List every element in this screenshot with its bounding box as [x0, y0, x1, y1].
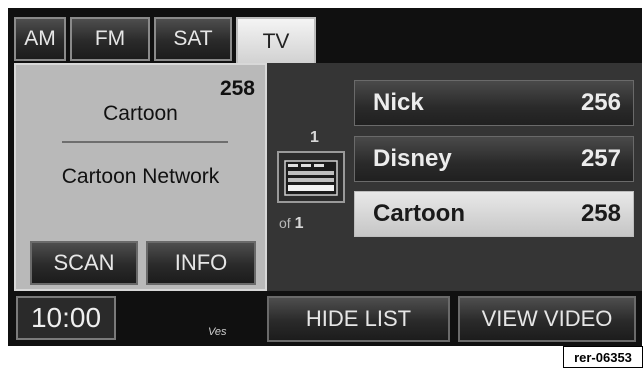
- tab-fm[interactable]: FM: [70, 17, 150, 61]
- channel-row-nick[interactable]: Nick 256: [354, 80, 634, 126]
- hide-list-button[interactable]: HIDE LIST: [267, 296, 450, 342]
- channel-long-name: Cartoon Network: [61, 165, 220, 188]
- channel-name: Cartoon: [373, 200, 465, 227]
- page-total-value: 1: [294, 215, 304, 232]
- channel-name: Nick: [373, 89, 424, 116]
- tab-sat[interactable]: SAT: [154, 17, 232, 61]
- channel-number: 256: [580, 89, 621, 116]
- tab-tv[interactable]: TV: [236, 17, 316, 65]
- list-icon: [284, 160, 338, 196]
- channel-name: Disney: [373, 145, 452, 172]
- small-label: Ves: [208, 326, 227, 338]
- clock-display: 10:00: [16, 296, 116, 340]
- page-of-label: of: [279, 215, 291, 231]
- divider: [62, 141, 228, 143]
- page-total: of 1: [279, 215, 303, 233]
- channel-list-area: 1 of 1 Nick 256 Disney 257 Cartoon 258: [267, 63, 642, 291]
- channel-row-disney[interactable]: Disney 257: [354, 136, 634, 182]
- info-button[interactable]: INFO: [146, 241, 256, 285]
- view-video-button[interactable]: VIEW VIDEO: [458, 296, 636, 342]
- channel-number: 258: [580, 200, 621, 227]
- page-current: 1: [310, 129, 319, 146]
- reference-code: rer-06353: [563, 346, 643, 368]
- channel-number: 257: [580, 145, 621, 172]
- now-playing-panel: 258 Cartoon Cartoon Network SCAN INFO: [14, 63, 267, 291]
- channel-list-button[interactable]: [277, 151, 345, 203]
- tab-am[interactable]: AM: [14, 17, 66, 61]
- scan-button[interactable]: SCAN: [30, 241, 138, 285]
- preset-number: 258: [219, 77, 255, 100]
- channel-short-name: Cartoon: [103, 102, 178, 125]
- radio-screen: AM FM SAT TV 258 Cartoon Cartoon Network…: [8, 8, 642, 346]
- channel-row-cartoon[interactable]: Cartoon 258: [354, 191, 634, 237]
